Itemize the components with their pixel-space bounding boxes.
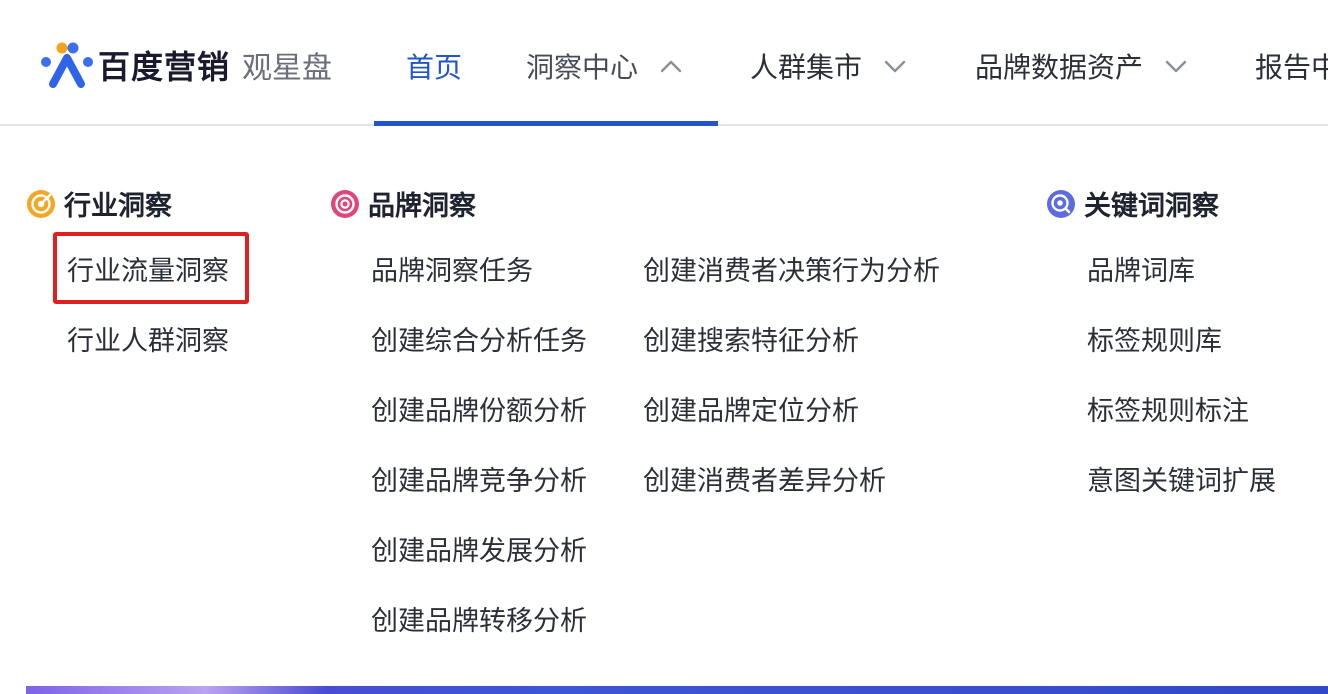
- menu-link-tag-rule-annotation[interactable]: 标签规则标注: [1087, 394, 1249, 430]
- nav-item-label: 品牌数据资产: [975, 51, 1144, 84]
- menu-link-create-brand-development[interactable]: 创建品牌发展分析: [371, 534, 587, 570]
- menu-link-tag-rule-library[interactable]: 标签规则库: [1087, 324, 1222, 360]
- menu-link-industry-audience[interactable]: 行业人群洞察: [67, 324, 229, 360]
- menu-link-create-consumer-difference[interactable]: 创建消费者差异分析: [643, 464, 886, 500]
- menu-link-create-brand-share[interactable]: 创建品牌份额分析: [371, 394, 587, 430]
- industry-insight-icon: [27, 189, 55, 218]
- chevron-up-icon: [660, 60, 682, 73]
- menu-link-intent-keyword-expansion[interactable]: 意图关键词扩展: [1087, 464, 1276, 500]
- product-name: 观星盘: [242, 51, 333, 86]
- nav-item-label: 首页: [406, 51, 463, 84]
- baidu-marketing-logo-icon: [41, 42, 93, 88]
- section-title-label: 品牌洞察: [368, 191, 476, 222]
- menu-link-create-brand-positioning[interactable]: 创建品牌定位分析: [643, 394, 859, 430]
- active-nav-underline: [374, 121, 718, 126]
- brand-name: 百度营销: [98, 48, 231, 86]
- nav-item-label: 人群集市: [750, 51, 863, 84]
- nav-item-home[interactable]: 首页: [406, 40, 462, 92]
- menu-link-brand-lexicon[interactable]: 品牌词库: [1087, 254, 1195, 290]
- nav-item-brand-data-assets[interactable]: 品牌数据资产: [975, 40, 1187, 92]
- menu-link-create-comprehensive[interactable]: 创建综合分析任务: [371, 324, 587, 360]
- section-title-label: 行业洞察: [64, 191, 172, 222]
- chevron-down-icon: [1165, 60, 1187, 73]
- menu-link-create-brand-transfer[interactable]: 创建品牌转移分析: [371, 604, 587, 640]
- menu-link-brand-tasks[interactable]: 品牌洞察任务: [371, 254, 533, 290]
- section-brand-insight: 品牌洞察: [330, 184, 476, 223]
- menu-link-create-brand-competition[interactable]: 创建品牌竞争分析: [371, 464, 587, 500]
- nav-item-report-center[interactable]: 报告中: [1255, 40, 1328, 92]
- logo[interactable]: 百度营销 观星盘: [40, 40, 332, 90]
- top-nav-bar: 百度营销 观星盘 首页 洞察中心 人群集市 品牌数据资产 报告中: [0, 0, 1328, 126]
- section-industry-insight: 行业洞察: [26, 184, 172, 223]
- page: 百度营销 观星盘 首页 洞察中心 人群集市 品牌数据资产 报告中 行业洞察 行业…: [0, 0, 1328, 694]
- section-title-label: 关键词洞察: [1084, 191, 1219, 222]
- chevron-down-icon: [884, 60, 906, 73]
- banner-strip: [26, 686, 1328, 694]
- highlight-box: [53, 232, 249, 304]
- nav-item-label: 洞察中心: [526, 51, 639, 84]
- nav-item-audience-market[interactable]: 人群集市: [750, 40, 906, 92]
- menu-link-create-consumer-decision[interactable]: 创建消费者决策行为分析: [643, 254, 940, 290]
- menu-link-create-search-feature[interactable]: 创建搜索特征分析: [643, 324, 859, 360]
- keyword-insight-icon: [1047, 189, 1075, 218]
- section-keyword-insight: 关键词洞察: [1046, 184, 1219, 223]
- nav-item-insight-center[interactable]: 洞察中心: [526, 40, 682, 92]
- nav-item-label: 报告中: [1255, 51, 1328, 84]
- brand-insight-icon: [331, 189, 359, 218]
